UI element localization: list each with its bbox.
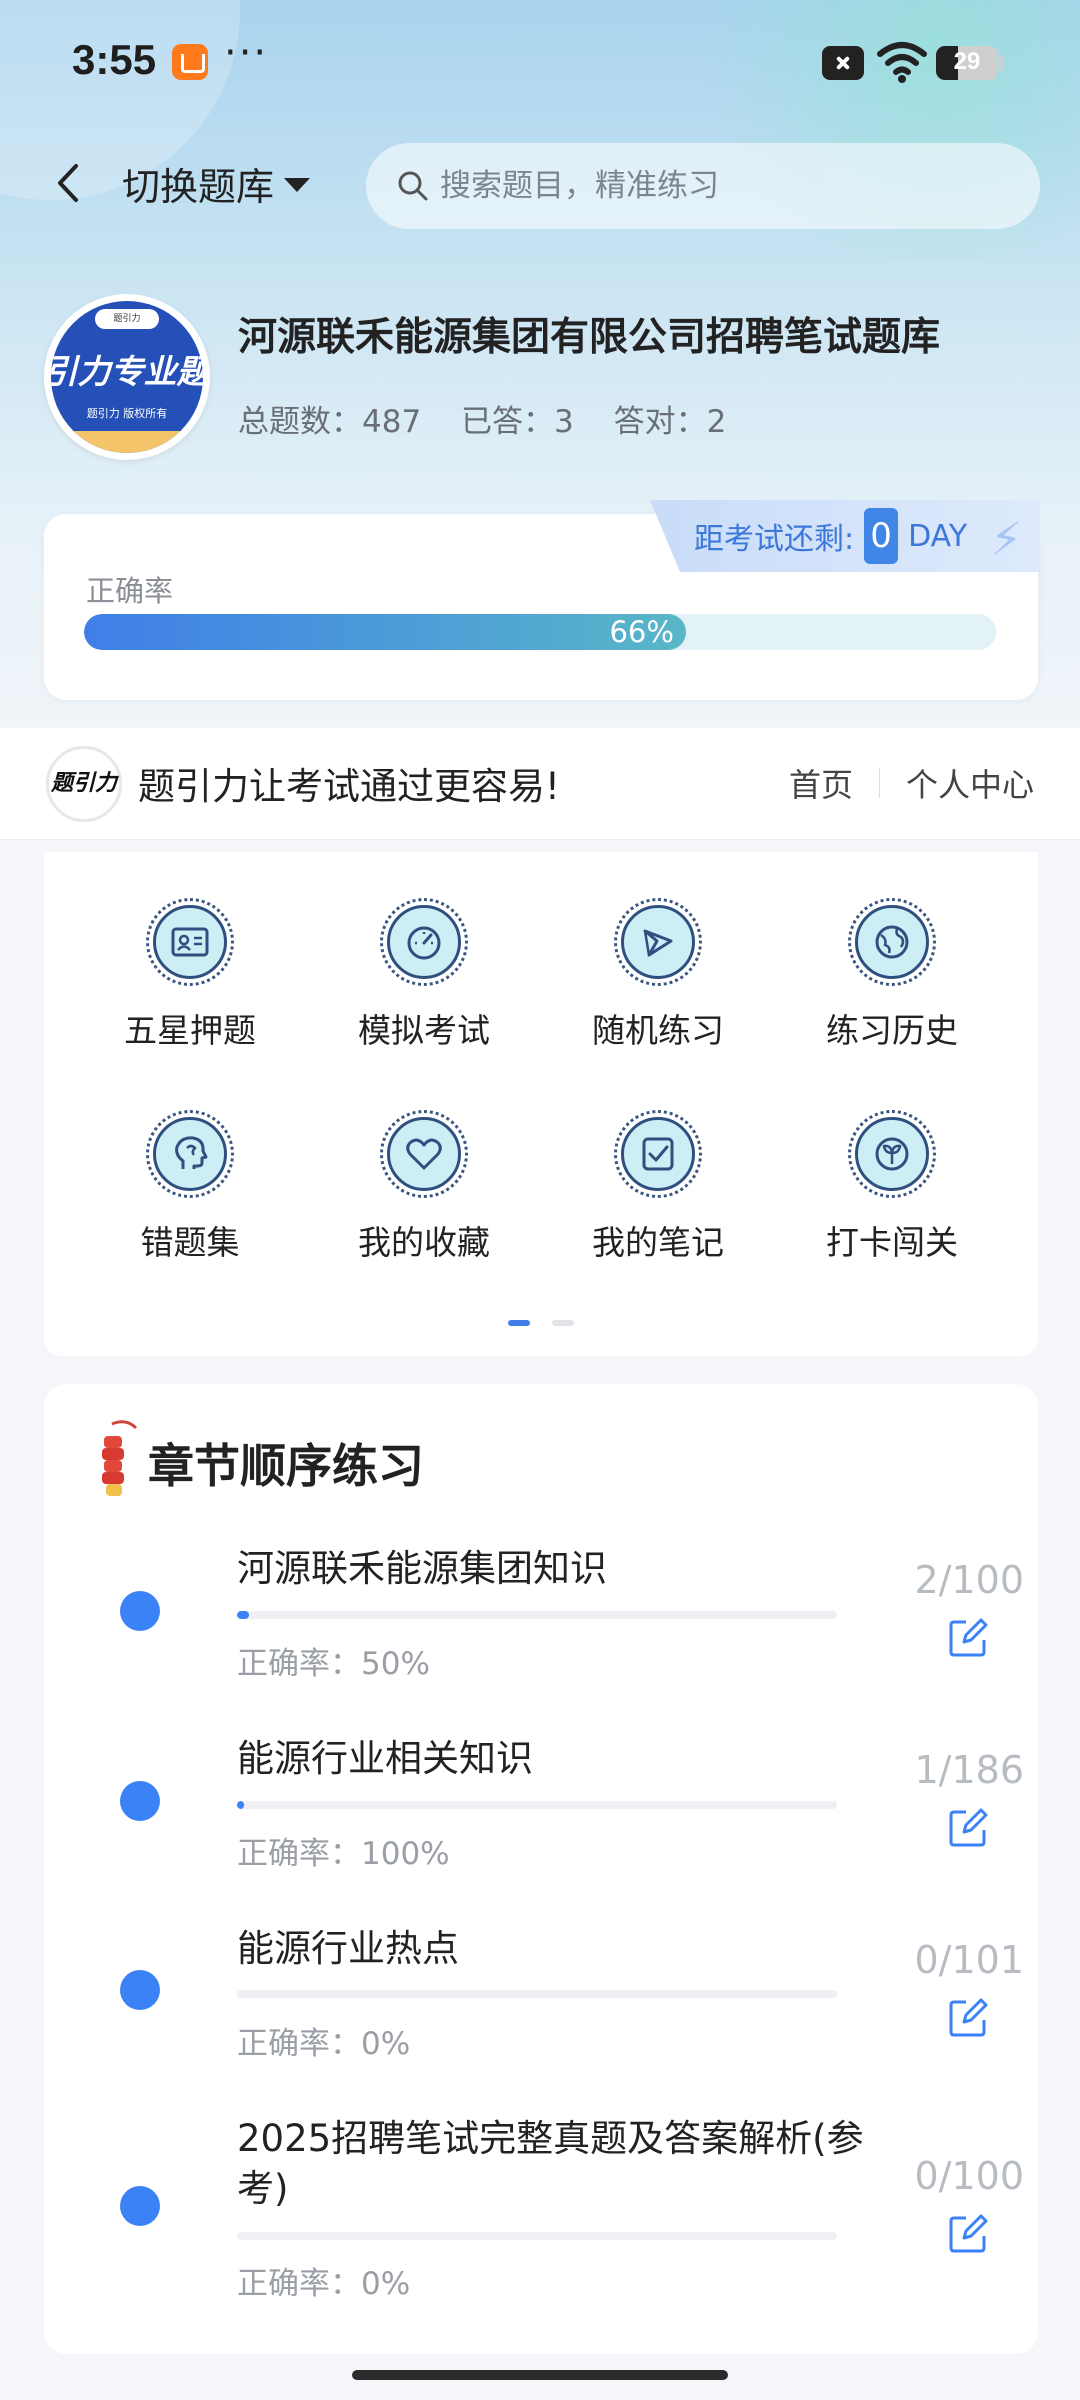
chapter-dot xyxy=(120,1591,160,1631)
edit-icon[interactable] xyxy=(946,1616,990,1660)
feature-label: 练习历史 xyxy=(826,1011,958,1050)
countdown-days: 0 xyxy=(864,508,899,564)
feature-label: 随机练习 xyxy=(592,1011,724,1050)
feature-notes[interactable]: 我的笔记 xyxy=(558,1110,758,1264)
chapter-accuracy: 正确率：100% xyxy=(237,1836,450,1872)
nav-divider xyxy=(878,768,880,798)
battery-level: 29 xyxy=(953,48,981,75)
more-dots-icon: ··· xyxy=(224,30,269,76)
chapter-name: 2025招聘笔试完整真题及答案解析(参考) xyxy=(237,2117,864,2210)
accuracy-value: 66% xyxy=(609,615,674,649)
nav-profile-link[interactable]: 个人中心 xyxy=(906,760,1034,806)
chapter-progress-bar xyxy=(237,1990,837,1998)
chapter-header: 章节顺序练习 xyxy=(92,1418,424,1508)
edit-icon[interactable] xyxy=(946,1996,990,2040)
brand-logo: 题引力 xyxy=(46,746,122,822)
switch-bank-label: 切换题库 xyxy=(122,164,275,209)
speedometer-icon xyxy=(407,926,441,960)
chapter-accuracy: 正确率：50% xyxy=(237,1646,430,1682)
accuracy-label: 正确率 xyxy=(86,574,174,608)
feature-label: 我的收藏 xyxy=(358,1223,490,1262)
total-count: 总题数：487 xyxy=(238,404,422,440)
chapter-progress-fill xyxy=(237,1801,245,1809)
slogan-text: 题引力让考试通过更容易! xyxy=(138,765,560,808)
grid-pager xyxy=(508,1320,596,1326)
status-time: 3:55 xyxy=(72,36,157,83)
feature-favorites[interactable]: 我的收藏 xyxy=(324,1110,524,1264)
feature-label: 错题集 xyxy=(140,1223,240,1262)
edit-icon[interactable] xyxy=(946,2212,990,2256)
chapter-dot xyxy=(120,2186,160,2226)
logo-top-label: 题引力 xyxy=(95,309,159,329)
feature-label: 模拟考试 xyxy=(358,1011,490,1050)
shopping-bag-icon xyxy=(172,44,208,80)
battery-tip xyxy=(999,55,1004,71)
answered-count: 已答：3 xyxy=(461,404,574,440)
lightning-icon: ⚡ xyxy=(990,512,1023,566)
shuffle-icon xyxy=(643,929,673,957)
bank-logo: 题引力 引力专业题 题引力 版权所有 xyxy=(44,294,210,460)
sprout-icon xyxy=(875,1137,909,1171)
feature-practice-history[interactable]: 练习历史 xyxy=(792,898,992,1052)
wifi-icon xyxy=(877,42,927,83)
countdown-unit: DAY xyxy=(908,518,968,554)
brand-logo-text: 题引力 xyxy=(50,771,117,796)
status-bar: 3:55 ··· 29 xyxy=(0,0,1080,130)
chapter-count: 2/100 xyxy=(914,1558,1024,1602)
nav-home-link[interactable]: 首页 xyxy=(789,760,853,806)
logo-main-text: 引力专业题 xyxy=(51,352,203,391)
feature-check-in[interactable]: 打卡闯关 xyxy=(792,1110,992,1264)
feature-wrong-questions[interactable]: 错题集 xyxy=(90,1110,290,1264)
pager-dot[interactable] xyxy=(552,1320,574,1326)
feature-label: 打卡闯关 xyxy=(826,1223,958,1262)
switch-bank-button[interactable]: 切换题库 xyxy=(122,158,311,209)
search-bar[interactable] xyxy=(366,143,1040,229)
caret-down-icon xyxy=(284,178,311,192)
slogan-nav: 首页 个人中心 xyxy=(789,760,1034,806)
chapter-count: 0/100 xyxy=(914,2154,1024,2198)
chapter-section-title: 章节顺序练习 xyxy=(148,1439,424,1493)
heart-icon xyxy=(406,1138,442,1170)
chapter-dot xyxy=(120,1781,160,1821)
bank-stats: 总题数：487 已答：3 答对：2 xyxy=(238,396,756,441)
search-input[interactable] xyxy=(440,168,1000,204)
note-check-icon xyxy=(642,1137,674,1171)
chapter-name: 能源行业热点 xyxy=(237,1927,459,1970)
accuracy-progress-bar: 66% xyxy=(84,614,996,650)
edit-icon[interactable] xyxy=(946,1806,990,1850)
countdown-label: 距考试还剩: xyxy=(694,522,855,557)
chapter-name: 能源行业相关知识 xyxy=(237,1737,533,1780)
feature-mock-exam[interactable]: 模拟考试 xyxy=(324,898,524,1052)
chapter-count: 1/186 xyxy=(914,1748,1024,1792)
id-card-icon xyxy=(171,927,209,957)
bank-title: 河源联禾能源集团有限公司招聘笔试题库 xyxy=(238,315,941,360)
chapter-dot xyxy=(120,1970,160,2010)
chapter-count: 0/101 xyxy=(914,1938,1024,1982)
chapter-progress-fill xyxy=(237,1611,249,1619)
feature-label: 我的笔记 xyxy=(592,1223,724,1262)
exam-countdown: 距考试还剩: 0 DAY xyxy=(650,500,1040,572)
notification-close-icon xyxy=(822,46,864,80)
chevron-left-icon[interactable] xyxy=(46,158,96,208)
correct-count: 答对：2 xyxy=(613,404,727,440)
slogan-bar: 题引力 题引力让考试通过更容易! 首页 个人中心 xyxy=(0,728,1080,840)
chapter-accuracy: 正确率：0% xyxy=(237,2266,411,2302)
chapter-progress-bar xyxy=(237,2232,837,2240)
pager-dot-active[interactable] xyxy=(508,1320,530,1326)
head-icon xyxy=(175,1136,208,1169)
chapter-accuracy: 正确率：0% xyxy=(237,2026,411,2062)
chapter-progress-bar xyxy=(237,1611,837,1619)
accuracy-progress-fill: 66% xyxy=(84,614,686,650)
home-indicator[interactable] xyxy=(352,2370,728,2380)
chapter-name: 河源联禾能源集团知识 xyxy=(237,1547,607,1590)
chapter-progress-bar xyxy=(237,1801,837,1809)
globe-icon xyxy=(875,925,909,959)
feature-random-practice[interactable]: 随机练习 xyxy=(558,898,758,1052)
logo-sub-text: 题引力 版权所有 xyxy=(86,407,168,420)
battery-icon: 29 xyxy=(936,46,998,80)
feature-five-star[interactable]: 五星押题 xyxy=(90,898,290,1052)
feature-label: 五星押题 xyxy=(124,1011,256,1050)
firecracker-icon xyxy=(102,1420,138,1496)
search-icon xyxy=(398,171,428,201)
